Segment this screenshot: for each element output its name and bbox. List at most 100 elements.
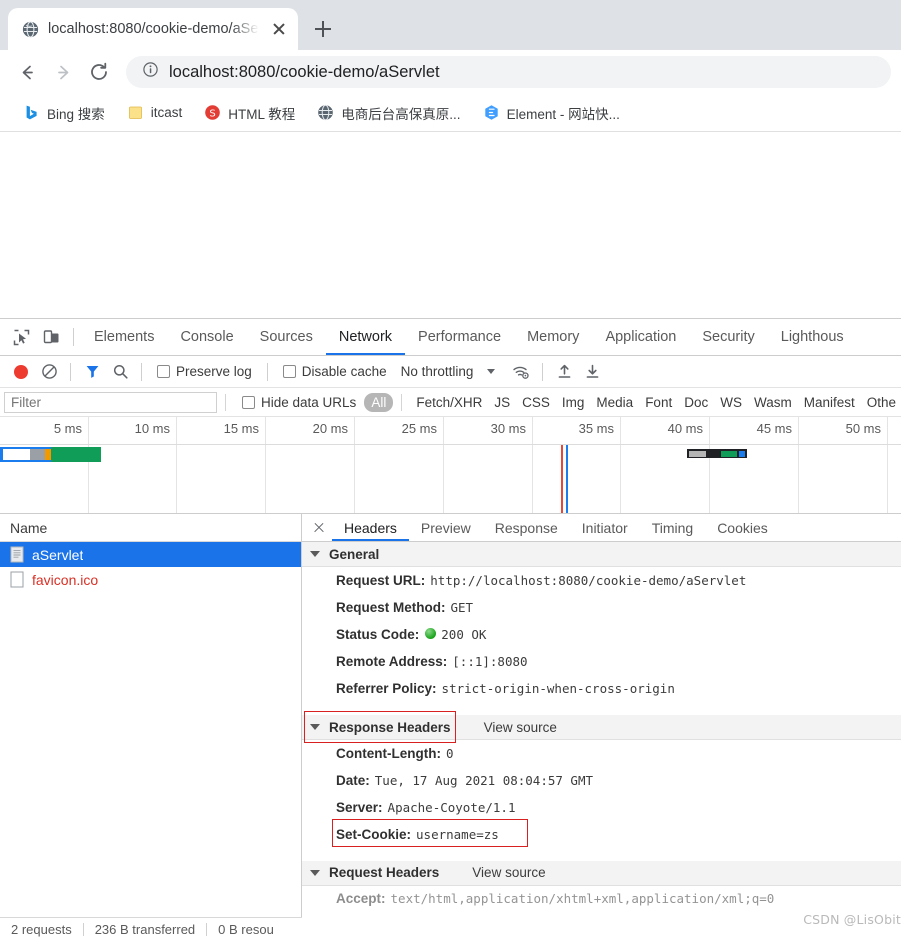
disable-cache-checkbox[interactable]: Disable cache (275, 364, 395, 379)
section-title: General (329, 547, 379, 562)
header-value: text/html,application/xhtml+xml,applicat… (391, 891, 775, 908)
browser-tab[interactable]: localhost:8080/cookie-demo/aServlet (8, 8, 298, 50)
devtools-panel: Elements Console Sources Network Perform… (0, 318, 901, 941)
bookmark-label: Element - 网站快... (507, 103, 620, 123)
header-row-request-method: Request Method: GET (302, 594, 901, 621)
chevron-down-icon (310, 724, 320, 730)
filter-type-font[interactable]: Font (639, 393, 678, 412)
header-row-set-cookie: Set-Cookie: username=zs (302, 822, 901, 849)
header-key: Accept: (336, 890, 386, 908)
bing-icon (23, 104, 40, 121)
filter-type-js[interactable]: JS (488, 393, 516, 412)
hide-data-urls-checkbox[interactable]: Hide data URLs (234, 395, 364, 410)
status-requests-count: 2 requests (0, 922, 83, 937)
devtools-tab-memory[interactable]: Memory (514, 319, 592, 355)
preserve-log-label: Preserve log (176, 364, 252, 379)
bookmark-ecommerce[interactable]: 电商后台高保真原... (306, 99, 471, 127)
network-overview-timeline[interactable]: 5 ms 10 ms 15 ms 20 ms 25 ms 30 ms 35 ms… (0, 417, 901, 514)
detail-tab-cookies[interactable]: Cookies (705, 514, 780, 541)
filter-type-manifest[interactable]: Manifest (798, 393, 861, 412)
document-icon (10, 546, 24, 563)
devtools-tab-security[interactable]: Security (689, 319, 767, 355)
request-row-favicon[interactable]: favicon.ico (0, 567, 301, 592)
filter-type-doc[interactable]: Doc (678, 393, 714, 412)
import-har-icon[interactable] (550, 359, 578, 385)
folder-icon (127, 104, 144, 121)
header-key: Set-Cookie: (336, 826, 411, 844)
bookmark-bing[interactable]: Bing 搜索 (12, 99, 116, 127)
new-tab-button[interactable] (306, 12, 340, 46)
devtools-tab-console[interactable]: Console (167, 319, 246, 355)
detail-tab-response[interactable]: Response (483, 514, 570, 541)
view-source-link[interactable]: View source (484, 720, 557, 735)
throttling-select[interactable]: No throttling (395, 364, 474, 379)
filter-type-all[interactable]: All (364, 393, 393, 412)
section-title: Response Headers (329, 720, 451, 735)
detail-tab-timing[interactable]: Timing (640, 514, 706, 541)
view-source-link[interactable]: View source (472, 865, 545, 880)
address-bar[interactable]: localhost:8080/cookie-demo/aServlet (126, 56, 891, 88)
bookmark-itcast[interactable]: itcast (116, 99, 194, 127)
chevron-down-icon[interactable] (487, 369, 495, 374)
checkbox-box (283, 365, 296, 378)
request-list-header[interactable]: Name (0, 514, 301, 542)
header-key: Content-Length: (336, 745, 441, 763)
filter-input[interactable] (4, 392, 217, 413)
close-icon[interactable] (270, 20, 288, 38)
filter-funnel-icon[interactable] (78, 359, 106, 385)
bookmark-element[interactable]: Element - 网站快... (472, 99, 631, 127)
network-conditions-icon[interactable] (507, 359, 535, 385)
devtools-tab-lighthouse[interactable]: Lighthous (768, 319, 857, 355)
devtools-tab-sources[interactable]: Sources (247, 319, 326, 355)
filter-type-css[interactable]: CSS (516, 393, 556, 412)
request-row-aservlet[interactable]: aServlet (0, 542, 301, 567)
filter-type-fetch-xhr[interactable]: Fetch/XHR (410, 393, 488, 412)
element-icon (483, 104, 500, 121)
filter-type-img[interactable]: Img (556, 393, 591, 412)
bookmark-html-tutorial[interactable]: S HTML 教程 (193, 99, 306, 127)
detail-tab-initiator[interactable]: Initiator (570, 514, 640, 541)
waterfall-bar-request-1b (51, 447, 101, 462)
filter-type-other[interactable]: Othe (861, 393, 901, 412)
export-har-icon[interactable] (578, 359, 606, 385)
search-icon[interactable] (106, 359, 134, 385)
header-key: Status Code: (336, 626, 419, 644)
section-request-headers-header[interactable]: Request Headers View source (302, 861, 901, 886)
header-key: Date: (336, 772, 370, 790)
filter-type-ws[interactable]: WS (714, 393, 748, 412)
section-response-headers-header[interactable]: Response Headers View source (302, 715, 901, 740)
bookmarks-bar: Bing 搜索 itcast S HTML 教程 电商后台高保真原... (0, 94, 901, 132)
reload-icon[interactable] (82, 55, 116, 89)
filter-type-wasm[interactable]: Wasm (748, 393, 798, 412)
detail-tab-headers[interactable]: Headers (332, 514, 409, 541)
devtools-tab-network[interactable]: Network (326, 319, 405, 355)
hide-data-urls-label: Hide data URLs (261, 395, 356, 410)
document-icon (10, 571, 24, 588)
header-key: Server: (336, 799, 383, 817)
header-row-request-url: Request URL: http://localhost:8080/cooki… (302, 567, 901, 594)
device-toolbar-icon[interactable] (36, 323, 66, 351)
divider (70, 363, 71, 381)
header-value: strict-origin-when-cross-origin (442, 681, 675, 698)
clear-icon[interactable] (35, 359, 63, 385)
devtools-tab-performance[interactable]: Performance (405, 319, 514, 355)
record-icon[interactable] (7, 359, 35, 385)
header-value: GET (451, 600, 474, 617)
section-general-header[interactable]: General (302, 542, 901, 567)
forward-icon[interactable] (46, 55, 80, 89)
header-key: Referrer Policy: (336, 680, 437, 698)
inspect-element-icon[interactable] (6, 323, 36, 351)
watermark: CSDN @LisObit (803, 912, 901, 927)
back-icon[interactable] (10, 55, 44, 89)
network-filter-bar: Hide data URLs All Fetch/XHR JS CSS Img … (0, 388, 901, 417)
filter-type-media[interactable]: Media (590, 393, 639, 412)
divider (267, 363, 268, 381)
html-tutorial-icon: S (204, 104, 221, 121)
detail-tab-preview[interactable]: Preview (409, 514, 483, 541)
close-icon[interactable] (306, 515, 332, 541)
devtools-tab-elements[interactable]: Elements (81, 319, 167, 355)
preserve-log-checkbox[interactable]: Preserve log (149, 364, 260, 379)
site-info-icon[interactable] (142, 61, 159, 83)
page-viewport (0, 132, 901, 318)
devtools-tab-application[interactable]: Application (592, 319, 689, 355)
